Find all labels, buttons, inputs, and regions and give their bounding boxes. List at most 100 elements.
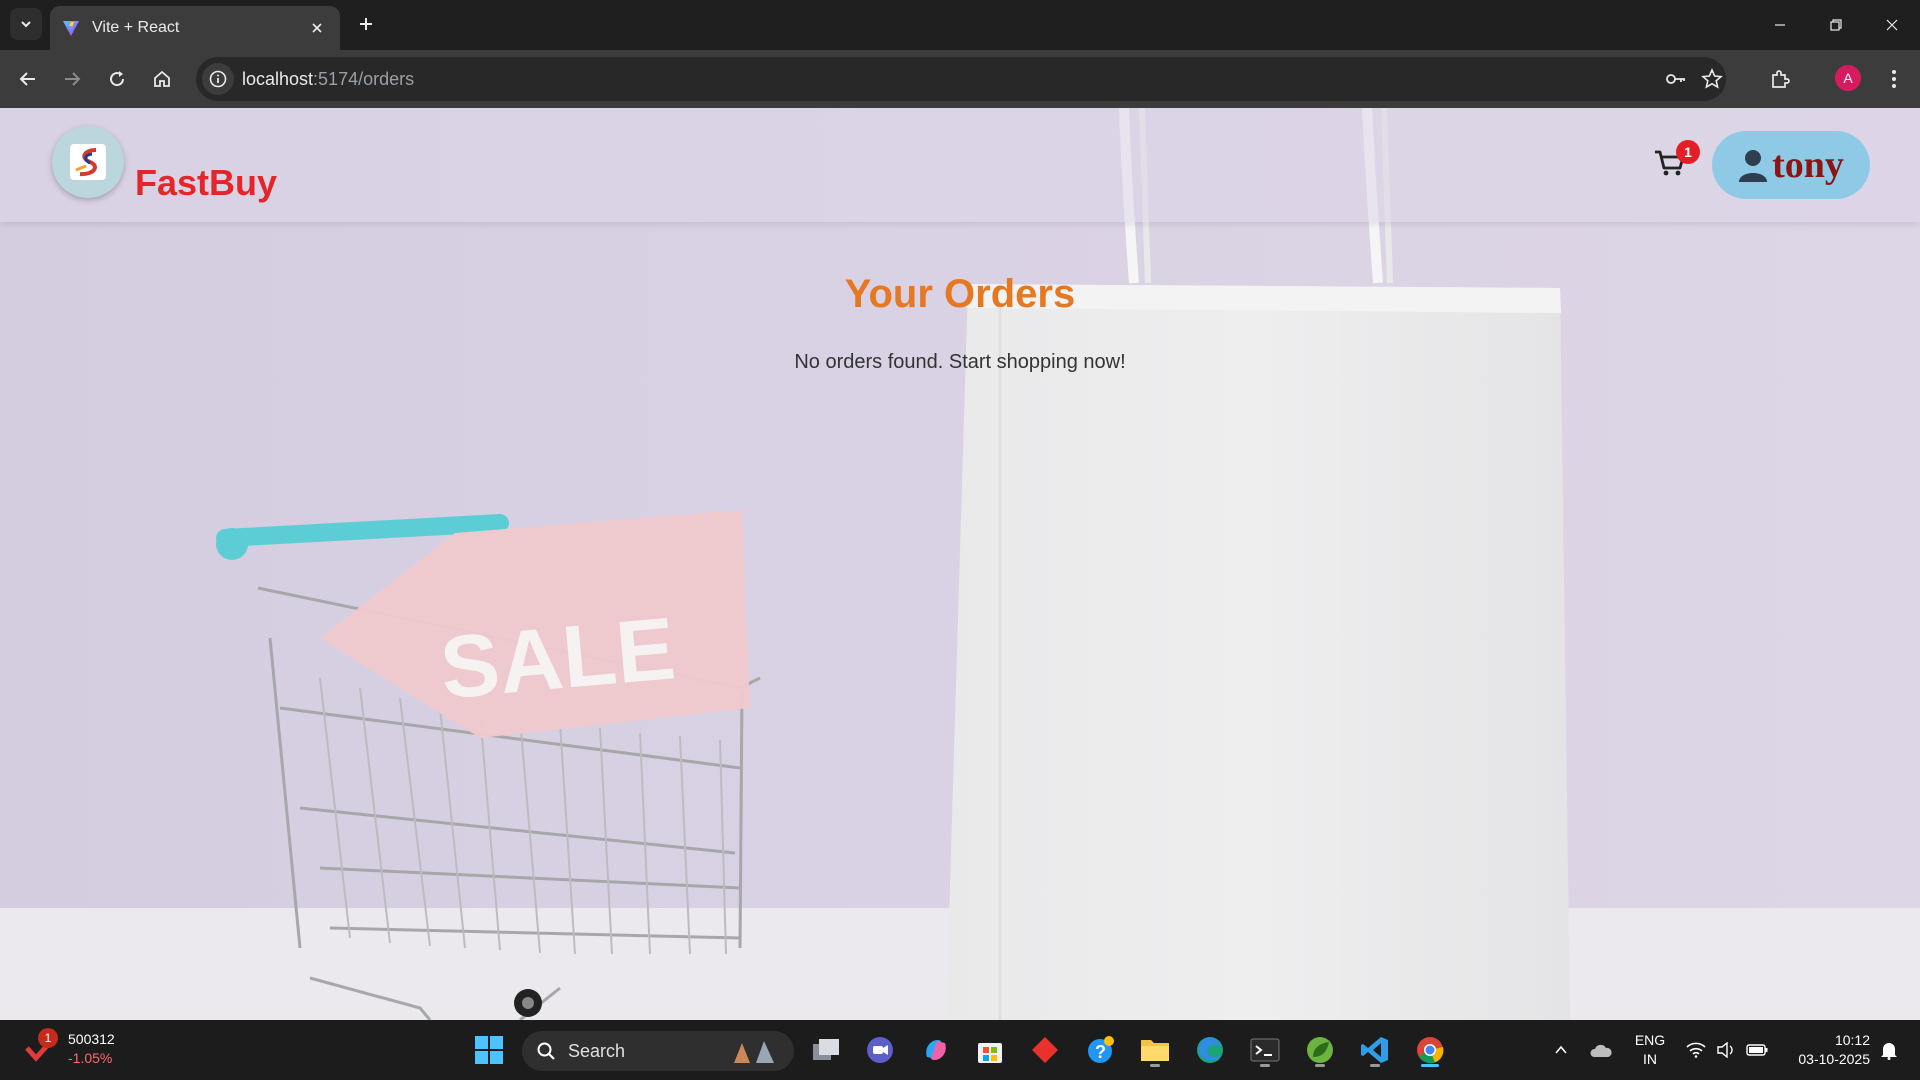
vite-favicon [63, 21, 79, 36]
teams-meet-button[interactable] [860, 1030, 900, 1070]
cloud-icon [1590, 1044, 1612, 1057]
vscode-icon [1361, 1037, 1388, 1063]
extensions-icon [1772, 70, 1790, 88]
terminal-icon [1250, 1038, 1280, 1062]
file-explorer-button[interactable] [1135, 1030, 1175, 1070]
bookmark-star-button[interactable] [1698, 65, 1726, 93]
site-info-icon [209, 70, 227, 88]
widget-badge: 1 [38, 1028, 58, 1048]
reload-button[interactable] [101, 63, 133, 95]
leaf-app-icon [1307, 1037, 1333, 1063]
lang-region: IN [1643, 1051, 1657, 1067]
cart-button[interactable]: 1 [1652, 140, 1700, 184]
back-icon [19, 72, 35, 86]
empty-orders-message: No orders found. Start shopping now! [794, 351, 1126, 373]
task-view-icon [813, 1039, 839, 1060]
start-button[interactable] [469, 1030, 509, 1070]
chevron-up-icon [1555, 1045, 1567, 1054]
store-icon [978, 1043, 1002, 1063]
password-key-icon [1666, 74, 1685, 84]
active-indicator [1421, 1064, 1439, 1067]
site-navbar: FastBuy 1 tony [0, 108, 1920, 222]
stock-widget-icon: 1 [24, 1028, 58, 1066]
url-path: :5174/orders [313, 69, 415, 89]
new-tab-button[interactable] [352, 10, 380, 38]
page-viewport: SALE FastBuy 1 tony Your Orders No order… [0, 108, 1920, 1020]
tab-title: Vite + React [92, 19, 180, 36]
restore-button[interactable] [1808, 0, 1864, 50]
copilot-icon [926, 1039, 946, 1061]
volume-icon [1717, 1042, 1733, 1058]
close-window-button[interactable] [1864, 0, 1920, 50]
brand-name[interactable]: FastBuy [135, 162, 277, 204]
wifi-icon [1686, 1042, 1706, 1058]
volume-tray[interactable] [1712, 1020, 1740, 1080]
folder-icon [1141, 1040, 1169, 1061]
page-title: Your Orders [844, 272, 1076, 316]
search-highlight-icon [734, 1041, 774, 1063]
user-icon [1739, 150, 1768, 182]
site-info-button[interactable] [202, 63, 234, 95]
window-controls [1752, 0, 1920, 50]
home-button[interactable] [146, 63, 178, 95]
browser-tab-active[interactable]: Vite + React [50, 6, 340, 50]
tab-close-button[interactable] [306, 17, 328, 39]
tab-search-button[interactable] [10, 8, 42, 40]
copilot-button[interactable] [916, 1030, 956, 1070]
fastbuy-logo-icon [70, 144, 106, 180]
plus-icon [360, 18, 372, 30]
help-app-button[interactable]: ? [1080, 1030, 1120, 1070]
spring-tool-button[interactable] [1300, 1030, 1340, 1070]
language-indicator[interactable]: ENG IN [1628, 1020, 1672, 1080]
running-indicator [1150, 1064, 1160, 1067]
windows-taskbar: 1 500312 -1.05% Search ? ENG IN 10:12 03… [0, 1020, 1920, 1080]
search-icon [537, 1042, 555, 1060]
stock-widget[interactable]: 1 500312 -1.05% [24, 1028, 115, 1068]
extensions-button[interactable] [1764, 63, 1796, 95]
taskbar-search-box[interactable]: Search [522, 1031, 794, 1071]
lang-code: ENG [1634, 1032, 1666, 1048]
battery-tray[interactable] [1742, 1020, 1772, 1080]
star-icon [1701, 68, 1723, 89]
minimize-button[interactable] [1752, 0, 1808, 50]
reload-icon [110, 71, 125, 87]
clock-date: 03-10-2025 [1798, 1051, 1870, 1067]
back-button[interactable] [12, 63, 44, 95]
vscode-button[interactable] [1355, 1030, 1395, 1070]
show-hidden-icons[interactable] [1546, 1020, 1576, 1080]
chrome-button[interactable] [1410, 1030, 1450, 1070]
app-red-button[interactable] [1025, 1030, 1065, 1070]
user-profile-button[interactable]: tony [1712, 131, 1870, 199]
edge-browser-button[interactable] [1190, 1030, 1230, 1070]
notifications-button[interactable] [1874, 1020, 1904, 1080]
home-icon [154, 70, 170, 87]
store-button[interactable] [970, 1030, 1010, 1070]
running-indicator [1260, 1064, 1270, 1067]
more-vertical-icon [1892, 70, 1896, 88]
svg-text:?: ? [1095, 1042, 1106, 1062]
user-name: tony [1772, 144, 1844, 186]
system-clock[interactable]: 10:12 03-10-2025 [1778, 1020, 1870, 1080]
meet-camera-icon [867, 1037, 893, 1063]
site-logo[interactable] [52, 126, 124, 198]
browser-menu-button[interactable] [1878, 63, 1910, 95]
edge-icon [1197, 1037, 1223, 1063]
minimize-icon [1775, 24, 1785, 26]
widget-change: -1.05% [68, 1050, 113, 1066]
url-text[interactable]: localhost:5174/orders [242, 69, 414, 90]
address-bar[interactable]: localhost:5174/orders [196, 57, 1726, 101]
close-icon [1886, 19, 1898, 31]
wifi-tray[interactable] [1682, 1020, 1710, 1080]
password-key-button[interactable] [1662, 65, 1690, 93]
onedrive-tray[interactable] [1586, 1020, 1616, 1080]
widget-text: 500312 -1.05% [68, 1030, 115, 1068]
bell-icon [1881, 1043, 1897, 1060]
url-host: localhost [242, 69, 314, 89]
diamond-app-icon [1032, 1037, 1058, 1063]
task-view-button[interactable] [806, 1030, 846, 1070]
clock-time: 10:12 [1834, 1032, 1870, 1048]
profile-avatar[interactable]: A [1835, 65, 1861, 91]
forward-button[interactable] [56, 63, 88, 95]
restore-icon [1830, 19, 1842, 31]
terminal-button[interactable] [1245, 1030, 1285, 1070]
